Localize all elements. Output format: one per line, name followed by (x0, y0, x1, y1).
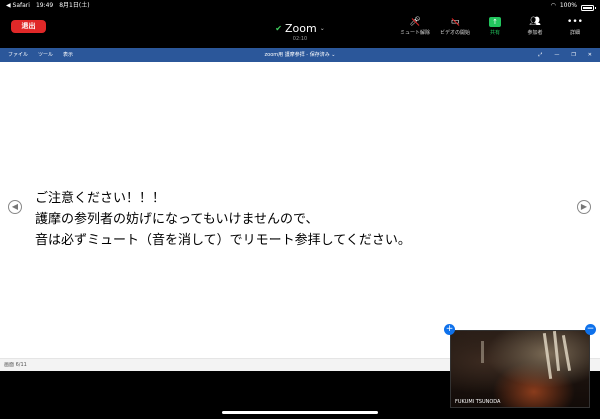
chevron-down-icon: ⌄ (319, 25, 325, 32)
home-indicator[interactable] (222, 411, 378, 414)
share-screen-icon: ↑ (489, 17, 501, 27)
participant-video-thumbnail[interactable]: FUKUMI TSUNODA (450, 330, 590, 408)
battery-percent: 100% (559, 2, 577, 9)
video-off-icon: ▭ (440, 16, 470, 28)
ios-status-bar: ◀ Safari 19:49 8月1日(土) ◠ 100% (0, 0, 600, 12)
participants-label: 参加者 (527, 30, 543, 36)
video-detail (481, 341, 484, 363)
unmute-button[interactable]: 🎤︎ ミュート解除 (400, 16, 430, 36)
fullscreen-icon[interactable]: ⤢ (538, 48, 542, 62)
shared-window-title-bar: ファイル ツール 表示 zoom用 護摩参拝 - 保存済み ⌄ ⤢ — ❐ ✕ (0, 48, 600, 62)
start-video-label: ビデオの開始 (440, 30, 471, 36)
slide-line: ご注意ください！！！ (35, 191, 166, 206)
slide-body: ご注意ください！！！ 護摩の参列者の妨げになってもいけませんので、 音は必ずミュ… (35, 188, 411, 251)
next-page-button[interactable]: ▶ (577, 200, 591, 214)
chevron-left-icon: ◀ (11, 202, 19, 211)
page-indicator: 画面 6/11 (4, 362, 27, 368)
participant-name: FUKUMI TSUNODA (455, 399, 501, 405)
participants-button[interactable]: 👥︎ 参加者 (520, 16, 550, 36)
share-label: 共有 (489, 30, 500, 36)
battery-icon (581, 4, 596, 11)
document-title: zoom用 護摩参拝 - 保存済み ⌄ (264, 52, 336, 58)
more-icon: ••• (567, 17, 583, 27)
share-button[interactable]: ↑ 共有 (480, 16, 510, 36)
unmute-label: ミュート解除 (400, 30, 431, 36)
back-to-safari-link[interactable]: ◀ Safari (6, 0, 30, 12)
mic-muted-icon: 🎤︎ (400, 16, 430, 28)
shared-screen: ファイル ツール 表示 zoom用 護摩参拝 - 保存済み ⌄ ⤢ — ❐ ✕ … (0, 48, 600, 371)
slide-line: 護摩の参列者の妨げになってもいけませんので、 (35, 212, 319, 227)
more-label: 詳細 (569, 30, 580, 36)
previous-page-button[interactable]: ◀ (8, 200, 22, 214)
participants-icon: 👥︎ (529, 17, 541, 27)
wifi-icon: ◠ (550, 2, 556, 9)
slide-line: 音は必ずミュート（音を消して）でリモート参拝してください。 (35, 233, 411, 248)
more-button[interactable]: ••• 詳細 (560, 16, 590, 36)
close-icon[interactable]: ✕ (588, 48, 592, 62)
encryption-shield-icon: ✔ (275, 24, 282, 33)
meeting-name: Zoom (284, 22, 317, 35)
zoom-toolbar: 退出 ✔ Zoom ⌄ 02:10 🎤︎ ミュート解除 ▭ ビデオの開始 ↑ 共… (0, 12, 600, 42)
start-video-button[interactable]: ▭ ビデオの開始 (440, 16, 470, 36)
status-time: 19:49 (35, 2, 54, 9)
minimize-icon[interactable]: — (554, 48, 559, 62)
restore-icon[interactable]: ❐ (571, 48, 575, 62)
chevron-right-icon: ▶ (580, 202, 588, 211)
video-expand-button[interactable]: + (444, 324, 455, 335)
video-collapse-button[interactable]: − (585, 324, 596, 335)
meeting-timer: 02:10 (292, 36, 308, 42)
status-date: 8月1日(土) (59, 2, 90, 9)
